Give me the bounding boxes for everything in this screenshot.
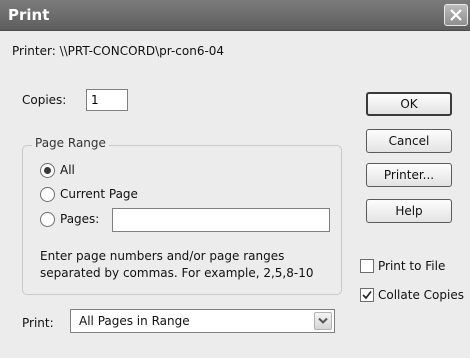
title-bar[interactable]: Print	[0, 0, 470, 31]
checkmark-icon	[362, 291, 372, 300]
help-button[interactable]: Help	[366, 199, 452, 223]
radio-button[interactable]	[40, 163, 55, 178]
printer-name-label: Printer: \\PRT-CONCORD\pr-con6-04	[12, 44, 225, 58]
radio-button[interactable]	[40, 212, 55, 227]
print-select-value: All Pages in Range	[79, 314, 190, 328]
radio-pages-label: Pages:	[60, 212, 100, 226]
print-select-label: Print:	[22, 316, 54, 330]
hint-line-2: separated by commas. For example, 2,5,8-…	[40, 266, 314, 280]
page-range-hint: Enter page numbers and/or page ranges se…	[40, 248, 313, 282]
dropdown-button[interactable]	[314, 312, 332, 330]
radio-current-page-label: Current Page	[60, 187, 138, 201]
cancel-button[interactable]: Cancel	[366, 129, 452, 153]
pages-input[interactable]	[112, 208, 330, 232]
close-button[interactable]	[444, 4, 468, 26]
collate-copies-label: Collate Copies	[378, 288, 464, 302]
radio-button[interactable]	[40, 187, 55, 202]
print-to-file-checkbox[interactable]	[360, 259, 374, 273]
print-to-file-label: Print to File	[378, 259, 446, 273]
dialog-title: Print	[8, 6, 50, 24]
chevron-down-icon	[318, 317, 328, 324]
print-select[interactable]: All Pages in Range	[70, 309, 335, 333]
print-dialog: Print Printer: \\PRT-CONCORD\pr-con6-04 …	[0, 0, 470, 358]
copies-input[interactable]	[86, 89, 128, 111]
radio-all-label: All	[60, 163, 75, 177]
ok-button[interactable]: OK	[366, 92, 452, 116]
printer-button[interactable]: Printer...	[366, 163, 452, 187]
copies-label: Copies:	[22, 93, 67, 107]
close-icon	[450, 9, 462, 21]
hint-line-1: Enter page numbers and/or page ranges	[40, 249, 285, 263]
page-range-legend: Page Range	[32, 136, 109, 150]
radio-selected-dot	[44, 167, 51, 174]
collate-copies-checkbox[interactable]	[360, 288, 374, 302]
